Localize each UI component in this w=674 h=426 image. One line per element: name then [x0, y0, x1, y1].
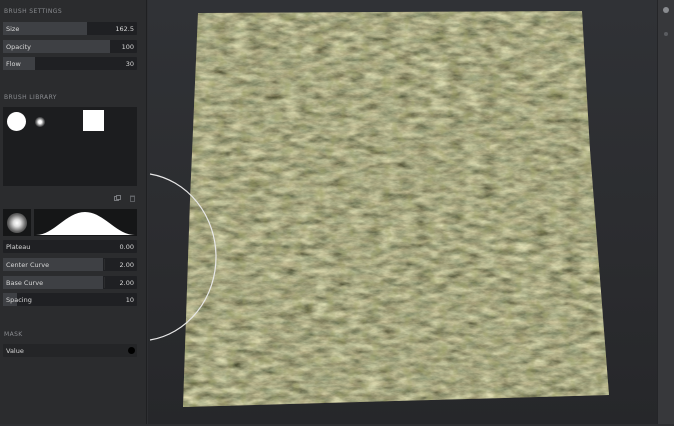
soft-round-brush-icon[interactable]	[35, 117, 45, 127]
falloff-curve-graph[interactable]	[34, 209, 137, 236]
mask-title: MASK	[4, 331, 23, 338]
opacity-slider[interactable]: Opacity 100	[3, 40, 137, 53]
square-brush-icon[interactable]	[83, 110, 104, 131]
center-curve-label: Center Curve	[6, 261, 50, 269]
size-value[interactable]: 162.5	[115, 25, 134, 33]
plateau-label: Plateau	[6, 243, 31, 251]
spacing-label: Spacing	[6, 296, 32, 304]
plateau-value[interactable]: 0.00	[120, 243, 134, 251]
base-curve-label: Base Curve	[6, 279, 44, 287]
mask-value-row[interactable]: Value	[3, 344, 137, 357]
center-curve-slider[interactable]: Center Curve 2.00	[3, 258, 137, 271]
center-curve-value[interactable]: 2.00	[120, 261, 134, 269]
stone-wall-surface	[183, 11, 609, 407]
spacing-slider[interactable]: Spacing 10	[3, 293, 137, 306]
stone-wall-texture-canvas[interactable]	[148, 0, 658, 424]
plateau-slider[interactable]: Plateau 0.00	[3, 240, 137, 253]
flow-value[interactable]: 30	[126, 60, 134, 68]
brush-library-title: BRUSH LIBRARY	[4, 94, 57, 101]
spacing-value[interactable]: 10	[126, 296, 134, 304]
flow-label: Flow	[6, 60, 21, 68]
delete-brush-icon[interactable]	[129, 195, 136, 202]
right-toolbar	[657, 0, 674, 424]
brush-library-grid	[3, 107, 137, 186]
flow-slider[interactable]: Flow 30	[3, 57, 137, 70]
falloff-curve-svg	[36, 212, 135, 235]
opacity-label: Opacity	[6, 43, 32, 51]
size-label: Size	[6, 25, 20, 33]
hard-round-brush-icon[interactable]	[7, 112, 26, 131]
right-toolbar-small-icon[interactable]	[664, 32, 668, 36]
base-curve-sep	[104, 277, 105, 288]
brush-preview-thumb	[3, 209, 31, 236]
3d-viewport[interactable]	[148, 0, 658, 424]
base-curve-slider[interactable]: Base Curve 2.00	[3, 276, 137, 289]
brush-settings-title: BRUSH SETTINGS	[4, 8, 63, 15]
brush-panel: BRUSH SETTINGS Size 162.5 Opacity 100 Fl…	[0, 0, 147, 424]
mask-value-label: Value	[6, 347, 24, 355]
size-slider[interactable]: Size 162.5	[3, 22, 137, 35]
duplicate-brush-icon[interactable]	[114, 195, 121, 202]
brush-preview-icon	[7, 213, 27, 233]
opacity-value[interactable]: 100	[122, 43, 134, 51]
base-curve-value[interactable]: 2.00	[120, 279, 134, 287]
right-toolbar-dot-icon[interactable]	[663, 7, 669, 13]
mask-color-swatch[interactable]	[128, 347, 135, 354]
center-curve-sep	[104, 259, 105, 270]
